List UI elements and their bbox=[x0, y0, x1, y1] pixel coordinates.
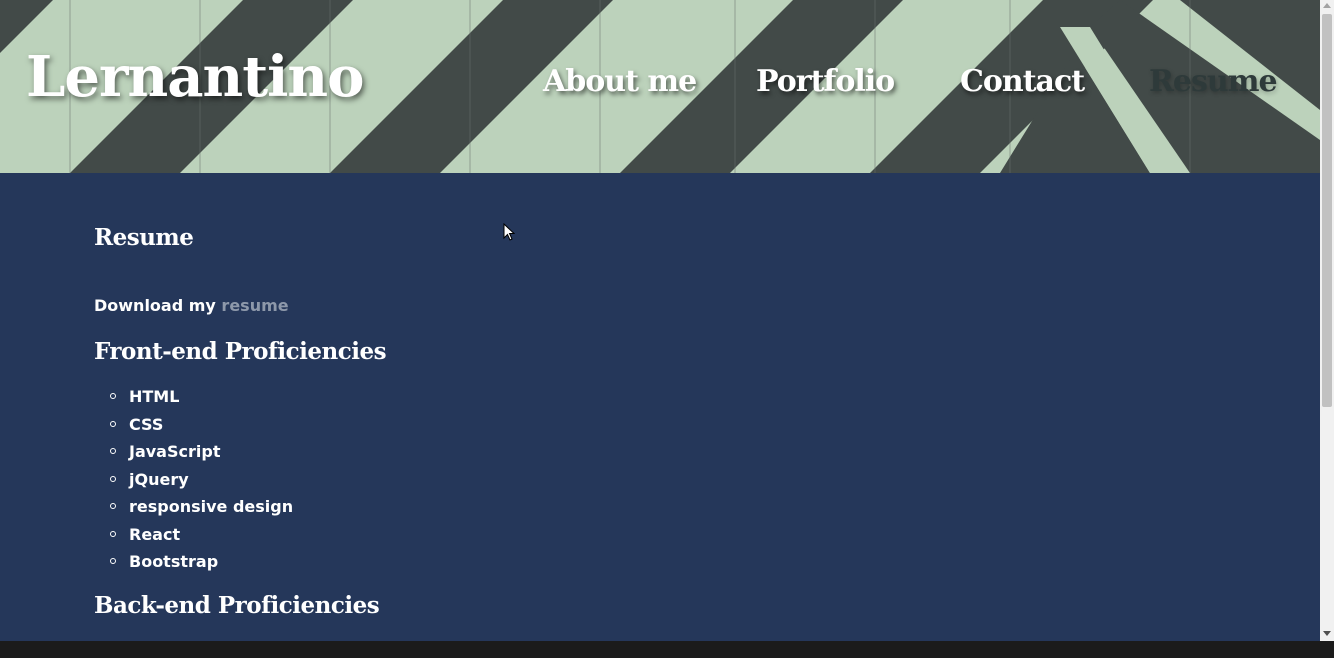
site-header: Lernantino About me Portfolio Contact Re… bbox=[0, 0, 1320, 173]
bullet-icon bbox=[110, 420, 116, 427]
scroll-up-arrow-icon[interactable] bbox=[1323, 3, 1331, 8]
download-prefix: Download my bbox=[94, 296, 216, 315]
resume-download-link[interactable]: resume bbox=[221, 296, 288, 315]
skill-label: jQuery bbox=[129, 469, 189, 489]
nav-contact[interactable]: Contact bbox=[960, 64, 1085, 99]
skill-label: responsive design bbox=[129, 497, 294, 516]
nav-about-me[interactable]: About me bbox=[543, 64, 697, 99]
resume-heading: Resume bbox=[94, 224, 194, 251]
download-resume-text: Download my resume bbox=[94, 296, 289, 315]
bottom-bar bbox=[0, 641, 1334, 658]
bullet-icon bbox=[110, 503, 116, 509]
skill-item: CSS bbox=[94, 411, 293, 439]
bullet-icon bbox=[110, 475, 116, 482]
skill-label: React bbox=[129, 524, 181, 544]
bullet-icon bbox=[110, 530, 116, 537]
skill-item: jQuery bbox=[94, 466, 293, 494]
browser-viewport: Lernantino About me Portfolio Contact Re… bbox=[0, 0, 1320, 641]
skill-label: Bootstrap bbox=[129, 552, 219, 571]
bullet-icon bbox=[110, 393, 116, 399]
scroll-down-arrow-icon[interactable] bbox=[1323, 631, 1331, 636]
skill-item: JavaScript bbox=[94, 438, 293, 466]
frontend-skills-list: HTML CSS JavaScript jQuery responsive de… bbox=[94, 383, 293, 576]
skill-label: CSS bbox=[129, 414, 164, 434]
skill-item: responsive design bbox=[94, 493, 293, 521]
skill-label: HTML bbox=[129, 387, 180, 406]
mouse-cursor-icon bbox=[503, 223, 515, 241]
scrollbar-thumb[interactable] bbox=[1322, 14, 1332, 407]
bullet-icon bbox=[110, 558, 116, 564]
skill-item: React bbox=[94, 521, 293, 549]
bullet-icon bbox=[110, 448, 116, 454]
nav-portfolio[interactable]: Portfolio bbox=[756, 64, 895, 99]
site-logo[interactable]: Lernantino bbox=[26, 44, 364, 110]
backend-heading: Back-end Proficiencies bbox=[94, 592, 380, 619]
skill-item: Bootstrap bbox=[94, 548, 293, 576]
skill-label: JavaScript bbox=[129, 442, 221, 461]
nav-resume[interactable]: Resume bbox=[1149, 64, 1278, 99]
skill-item: HTML bbox=[94, 383, 293, 411]
frontend-heading: Front-end Proficiencies bbox=[94, 338, 387, 365]
vertical-scrollbar[interactable] bbox=[1320, 0, 1334, 641]
